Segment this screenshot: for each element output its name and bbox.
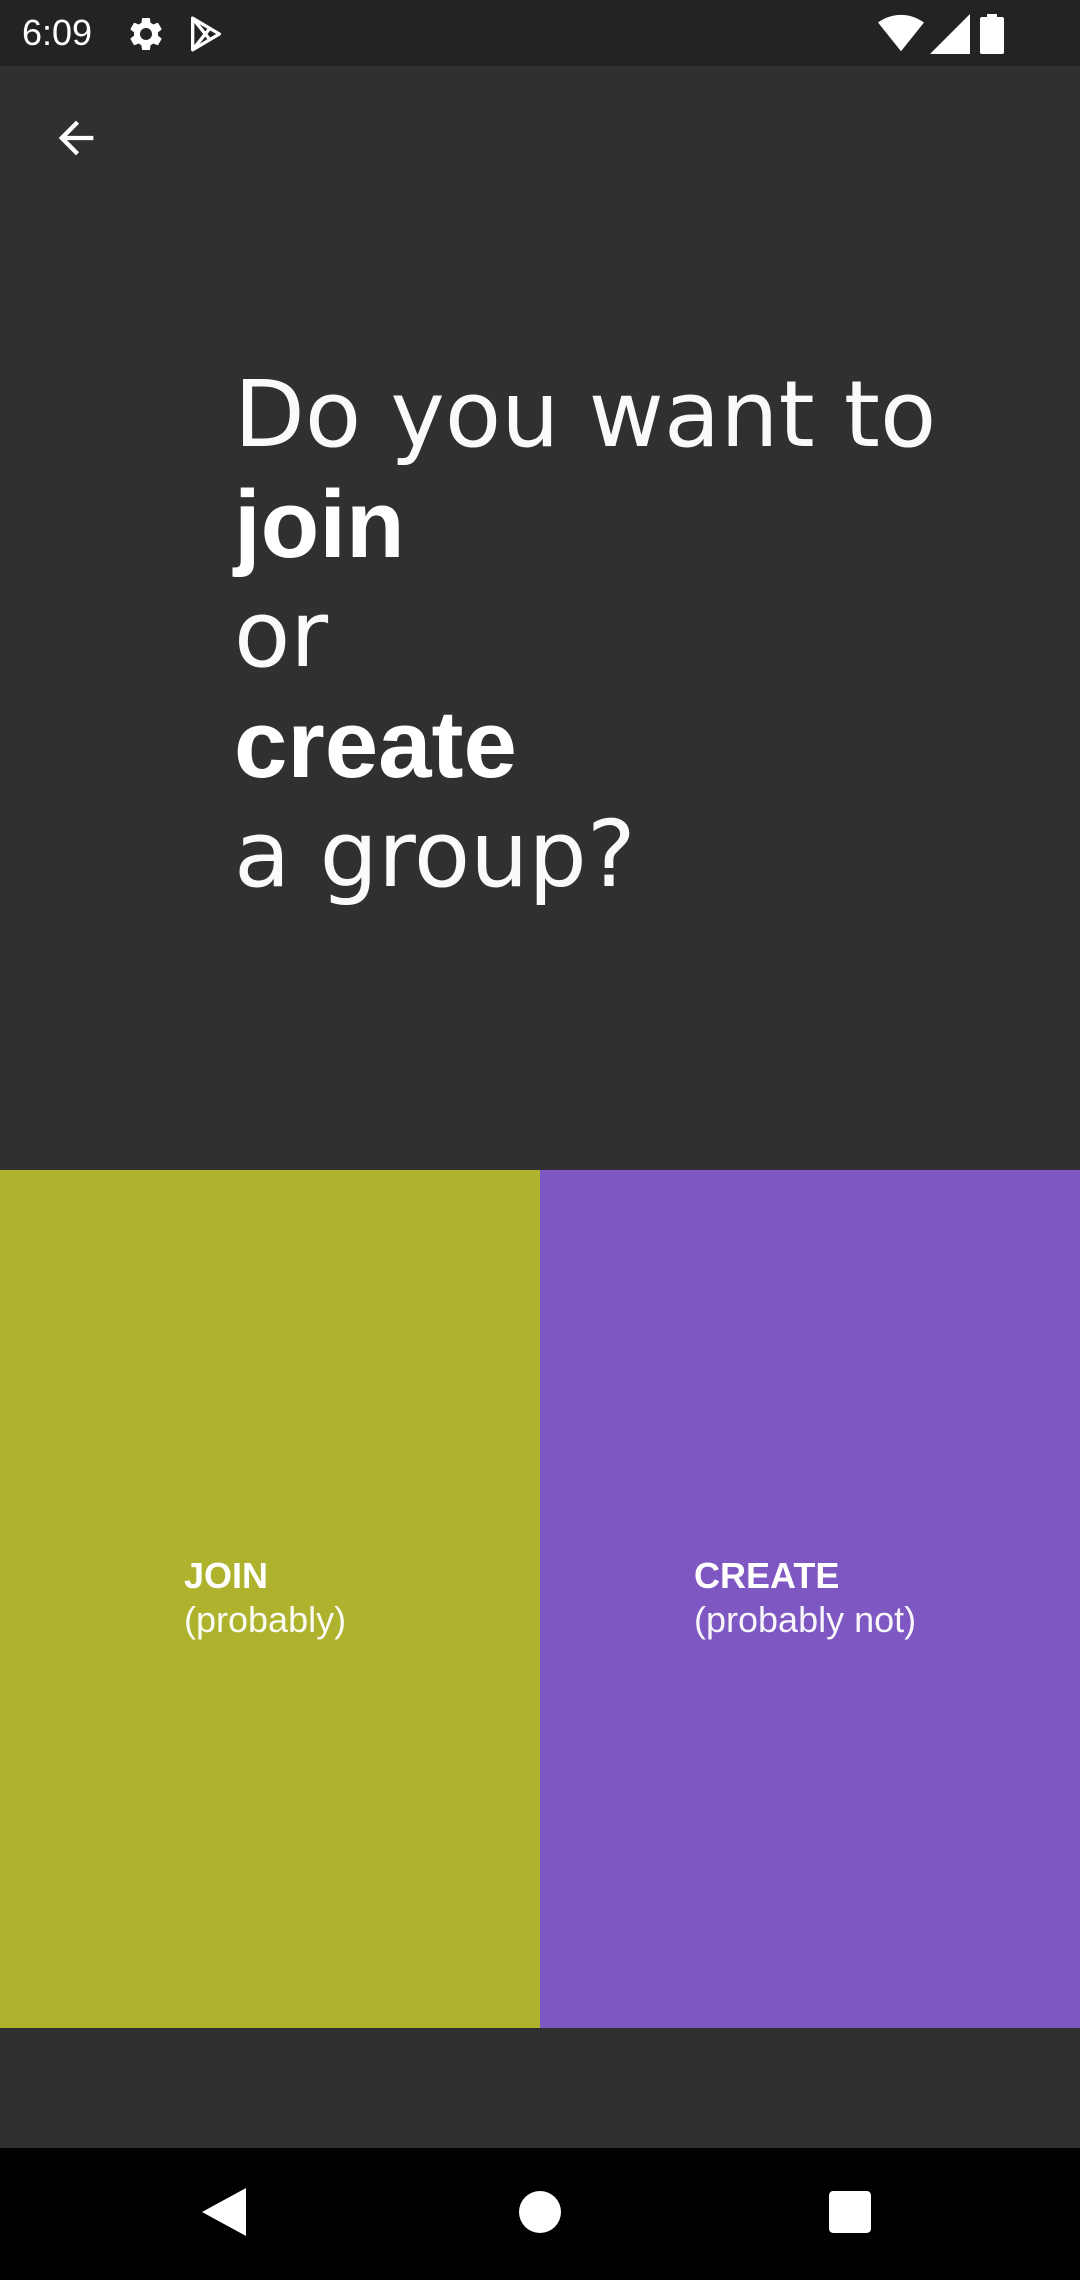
join-label: JOIN (probably) <box>184 1554 346 1642</box>
back-button[interactable] <box>40 104 112 176</box>
create-subtitle: (probably not) <box>694 1599 917 1640</box>
battery-icon <box>980 14 1004 54</box>
wifi-icon <box>878 14 924 54</box>
join-title: JOIN <box>184 1555 269 1596</box>
gear-icon <box>126 14 166 54</box>
create-label: CREATE (probably not) <box>694 1554 916 1642</box>
home-circle-icon <box>519 2190 561 2238</box>
play-store-icon <box>186 14 226 54</box>
navigation-bar <box>0 2148 1080 2280</box>
create-group-button[interactable]: CREATE (probably not) <box>540 1170 1080 2028</box>
join-group-button[interactable]: JOIN (probably) <box>0 1170 540 2028</box>
nav-recents-button[interactable] <box>814 2178 886 2250</box>
status-time: 6:09 <box>22 12 93 53</box>
nav-back-button[interactable] <box>188 2178 260 2250</box>
status-bar: 6:09 <box>0 0 1080 66</box>
recents-square-icon <box>829 2190 871 2238</box>
question-heading: Do you want to join or create a group? <box>234 360 1034 910</box>
question-line-intro: Do you want to <box>234 361 937 468</box>
back-triangle-icon <box>202 2187 246 2241</box>
question-line-or: or <box>234 581 329 688</box>
question-line-create: create <box>234 691 517 798</box>
choice-panels: JOIN (probably) CREATE (probably not) <box>0 1170 1080 2028</box>
create-title: CREATE <box>694 1555 840 1596</box>
arrow-back-icon <box>50 112 102 169</box>
join-subtitle: (probably) <box>184 1599 347 1640</box>
screen: 6:09 Do you want to join or create a gro… <box>0 0 1080 2280</box>
nav-home-button[interactable] <box>504 2178 576 2250</box>
signal-icon <box>930 14 970 54</box>
question-line-join: join <box>234 471 405 578</box>
question-line-group: a group? <box>234 801 636 908</box>
